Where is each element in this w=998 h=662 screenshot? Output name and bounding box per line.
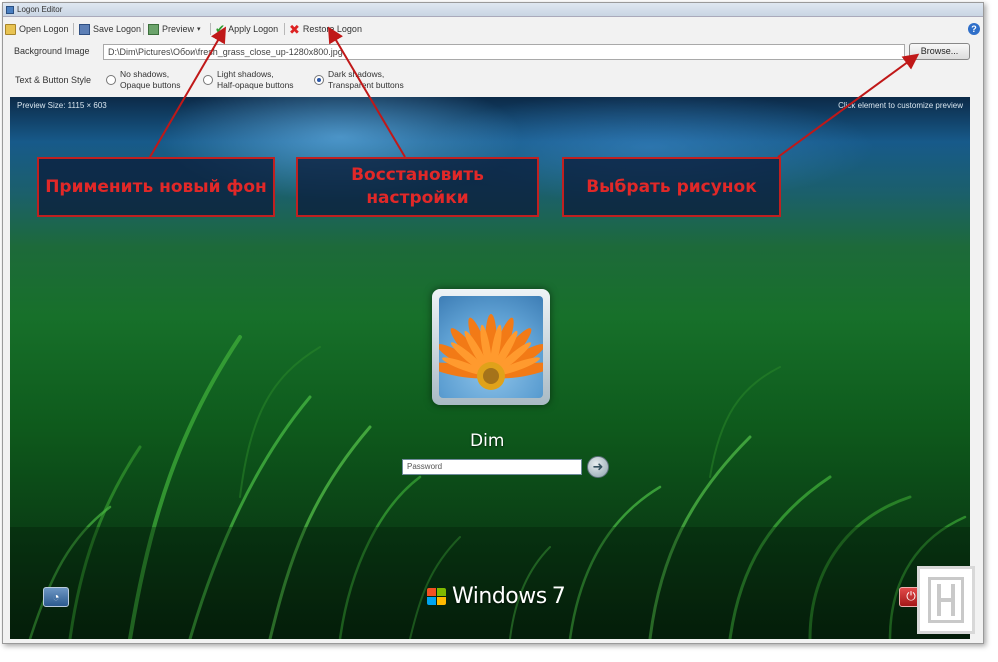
radio-button[interactable] bbox=[106, 75, 116, 85]
apply-logon-label: Apply Logon bbox=[228, 24, 279, 34]
restore-logon-button[interactable]: ✖ Restore Logon bbox=[289, 22, 362, 36]
watermark-frame bbox=[928, 577, 964, 623]
title-bar: Logon Editor bbox=[3, 3, 983, 17]
open-logon-button[interactable]: Open Logon bbox=[5, 22, 69, 36]
option-line-1: Light shadows, bbox=[217, 69, 274, 79]
radio-button-selected[interactable] bbox=[314, 75, 324, 85]
windows-version-text: 7 bbox=[551, 584, 566, 609]
style-option-dark-shadows[interactable]: Dark shadows, Transparent buttons bbox=[314, 69, 404, 91]
callout-apply-background: Применить новый фон bbox=[37, 157, 275, 217]
ease-of-access-button[interactable]: ◔ bbox=[43, 587, 69, 607]
save-icon bbox=[79, 23, 90, 35]
submit-arrow-button[interactable]: ➜ bbox=[587, 456, 609, 478]
restore-logon-label: Restore Logon bbox=[302, 24, 362, 34]
help-icon[interactable]: ? bbox=[968, 23, 980, 35]
preview-icon bbox=[148, 23, 159, 35]
logon-editor-window: Logon Editor Open Logon Save Logon Previ… bbox=[2, 2, 984, 644]
browse-button[interactable]: Browse... bbox=[909, 43, 970, 60]
preview-size-label: Preview Size: 1115 × 603 bbox=[17, 101, 107, 110]
option-line-1: Dark shadows, bbox=[328, 69, 385, 79]
callout-restore-settings: Восстановить настройки bbox=[296, 157, 539, 217]
checkmark-icon: ✔ bbox=[215, 21, 226, 36]
toolbar-separator bbox=[73, 23, 74, 35]
text-button-style-row: Text & Button Style No shadows, Opaque b… bbox=[3, 67, 983, 93]
option-line-2: Opaque buttons bbox=[120, 80, 181, 90]
style-option-no-shadows[interactable]: No shadows, Opaque buttons bbox=[106, 69, 181, 91]
user-name: Dim bbox=[470, 431, 505, 451]
text-button-style-label: Text & Button Style bbox=[15, 75, 92, 85]
preview-hint-label: Click element to customize preview bbox=[838, 101, 963, 110]
app-icon bbox=[6, 6, 14, 14]
preview-button[interactable]: Preview ▾ bbox=[148, 22, 201, 36]
password-input[interactable]: Password bbox=[402, 459, 582, 475]
save-logon-button[interactable]: Save Logon bbox=[79, 22, 141, 36]
windows-branding[interactable]: Windows 7 bbox=[427, 584, 566, 609]
toolbar-separator bbox=[284, 23, 285, 35]
option-line-1: No shadows, bbox=[120, 69, 170, 79]
background-path-field[interactable]: D:\Dim\Pictures\Обои\fresh_grass_close_u… bbox=[103, 44, 905, 60]
background-image-label: Background Image bbox=[14, 46, 90, 56]
preview-label: Preview bbox=[162, 24, 195, 34]
save-logon-label: Save Logon bbox=[93, 24, 142, 34]
user-avatar[interactable] bbox=[432, 289, 550, 405]
toolbar-separator bbox=[210, 23, 211, 35]
option-line-2: Half-opaque buttons bbox=[217, 80, 294, 90]
window-title: Logon Editor bbox=[17, 5, 63, 14]
apply-logon-button[interactable]: ✔ Apply Logon bbox=[215, 22, 278, 36]
chevron-down-icon: ▾ bbox=[197, 26, 201, 33]
background-image-row: Background Image D:\Dim\Pictures\Обои\fr… bbox=[3, 42, 983, 62]
radio-button[interactable] bbox=[203, 75, 213, 85]
folder-icon bbox=[5, 23, 16, 35]
option-line-2: Transparent buttons bbox=[328, 80, 404, 90]
open-logon-label: Open Logon bbox=[19, 24, 69, 34]
toolbar: Open Logon Save Logon Preview ▾ ✔ Apply … bbox=[3, 19, 983, 39]
windows-brand-text: Windows bbox=[452, 584, 547, 609]
flower-icon bbox=[439, 314, 543, 390]
windows-logo-icon bbox=[427, 587, 447, 606]
close-x-icon: ✖ bbox=[289, 21, 300, 37]
flower-picture bbox=[439, 296, 543, 398]
callout-choose-picture: Выбрать рисунок bbox=[562, 157, 781, 217]
watermark-logo bbox=[917, 566, 975, 634]
toolbar-separator bbox=[143, 23, 144, 35]
style-option-light-shadows[interactable]: Light shadows, Half-opaque buttons bbox=[203, 69, 294, 91]
